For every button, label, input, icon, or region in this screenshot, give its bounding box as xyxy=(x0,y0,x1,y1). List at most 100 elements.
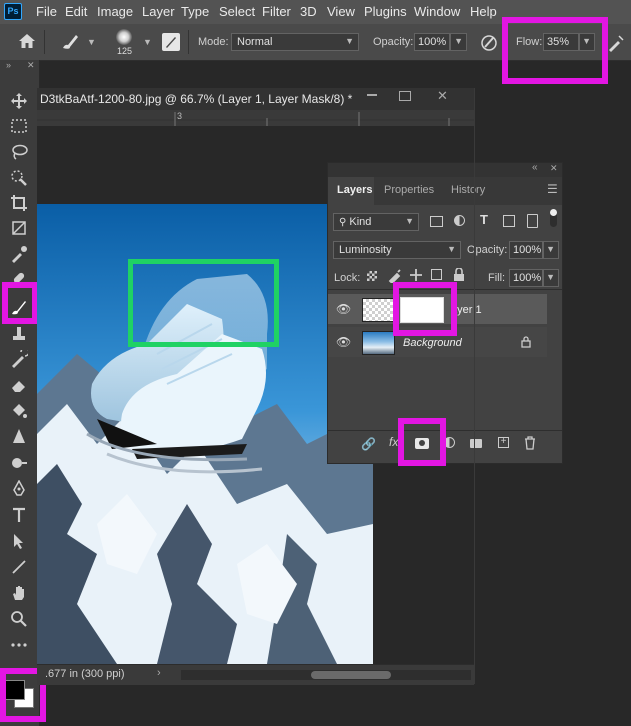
document-size-info: .677 in (300 ppi) xyxy=(45,668,125,680)
pressure-opacity-icon[interactable] xyxy=(479,33,499,56)
pixel-filter-icon[interactable] xyxy=(430,216,443,227)
frame-tool-icon[interactable] xyxy=(8,217,30,239)
collapse-icon[interactable]: » xyxy=(6,60,11,70)
more-tools-icon[interactable] xyxy=(8,634,30,656)
tab-layers[interactable]: Layers xyxy=(328,177,374,205)
soft-brush-icon xyxy=(116,29,132,45)
fill-dropdown[interactable]: ▼ xyxy=(543,269,559,287)
crop-tool-icon[interactable] xyxy=(8,192,30,214)
quick-selection-tool-icon[interactable] xyxy=(8,167,30,189)
tab-history[interactable]: History xyxy=(451,184,485,196)
hand-tool-icon[interactable] xyxy=(8,582,30,604)
maximize-icon[interactable] xyxy=(399,91,411,101)
menu-file[interactable]: File xyxy=(36,4,57,19)
panel-menu-icon[interactable]: ☰ xyxy=(547,182,558,196)
chevron-down-icon[interactable]: ▼ xyxy=(87,37,96,47)
eyedropper-tool-icon[interactable] xyxy=(8,243,30,265)
new-group-icon[interactable] xyxy=(470,439,482,448)
brush-size-picker[interactable]: 125 xyxy=(108,28,140,58)
status-chevron-icon[interactable]: › xyxy=(157,667,161,679)
brush-tool-highlight-box xyxy=(2,282,38,324)
mode-select[interactable]: Normal ▼ xyxy=(231,33,359,51)
search-icon: ⚲ xyxy=(339,217,347,228)
filter-kind-select[interactable]: ⚲ Kind ▼ xyxy=(333,213,419,231)
ruler-mark: 3 xyxy=(177,111,183,121)
menu-3d[interactable]: 3D xyxy=(300,4,317,19)
opacity-label: Opacity: xyxy=(373,36,414,48)
marquee-tool-icon[interactable] xyxy=(8,115,30,137)
menu-select[interactable]: Select xyxy=(219,4,255,19)
brush-size-value: 125 xyxy=(117,46,133,56)
new-layer-icon[interactable]: + xyxy=(498,437,509,448)
lasso-tool-icon[interactable] xyxy=(8,141,30,163)
eye-icon[interactable]: 👁 xyxy=(336,302,351,316)
path-selection-tool-icon[interactable] xyxy=(8,530,30,552)
delete-layer-icon[interactable] xyxy=(524,436,536,453)
swap-colors-icon[interactable] xyxy=(3,664,4,665)
document-tab[interactable]: D3tkBaAtf-1200-80.jpg @ 66.7% (Layer 1, … xyxy=(37,88,474,111)
fill-input[interactable]: 100% xyxy=(509,269,543,287)
menu-edit[interactable]: Edit xyxy=(65,4,87,19)
close-icon[interactable]: ✕ xyxy=(550,163,558,174)
zoom-tool-icon[interactable] xyxy=(8,608,30,630)
add-mask-highlight-box xyxy=(398,418,446,466)
menu-layer[interactable]: Layer xyxy=(142,4,175,19)
filter-toggle-knob xyxy=(550,209,557,216)
menu-type[interactable]: Type xyxy=(181,4,209,19)
opacity-dropdown[interactable]: ▼ xyxy=(450,33,467,51)
menu-help[interactable]: Help xyxy=(470,4,497,19)
tab-layers-label: Layers xyxy=(337,184,373,196)
opacity-input[interactable]: 100% xyxy=(414,33,450,51)
brush-settings-icon[interactable] xyxy=(162,33,180,51)
document-title: D3tkBaAtf-1200-80.jpg @ 66.7% (Layer 1, … xyxy=(40,92,353,106)
lock-artboard-icon[interactable] xyxy=(431,269,442,280)
horizontal-scrollbar[interactable] xyxy=(181,670,471,680)
menu-view[interactable]: View xyxy=(327,4,355,19)
blend-mode-select[interactable]: Luminosity ▼ xyxy=(333,241,461,259)
menu-window[interactable]: Window xyxy=(414,4,460,19)
fx-icon[interactable]: fx xyxy=(389,435,398,449)
pen-tool-icon[interactable] xyxy=(8,478,30,500)
eye-icon[interactable]: 👁 xyxy=(336,335,351,349)
smart-object-filter-icon[interactable] xyxy=(527,214,538,228)
blur-tool-icon[interactable] xyxy=(8,426,30,448)
document-status-bar: .677 in (300 ppi) › xyxy=(37,664,474,685)
clone-stamp-tool-icon[interactable] xyxy=(8,322,30,344)
move-tool-icon[interactable] xyxy=(8,90,30,112)
filter-toggle[interactable] xyxy=(550,209,557,227)
eraser-tool-icon[interactable] xyxy=(8,374,30,396)
chevron-down-icon[interactable]: ▼ xyxy=(143,37,152,47)
panel-header[interactable]: « ✕ xyxy=(328,162,562,177)
photoshop-logo[interactable]: Ps xyxy=(4,3,22,20)
type-tool-icon[interactable] xyxy=(8,504,30,526)
mode-label: Mode: xyxy=(198,36,229,48)
tab-properties[interactable]: Properties xyxy=(384,184,434,196)
chevron-down-icon: ▼ xyxy=(546,272,555,282)
dodge-tool-icon[interactable] xyxy=(8,452,30,474)
menu-image[interactable]: Image xyxy=(97,4,133,19)
shape-filter-icon[interactable] xyxy=(503,215,515,227)
chevron-down-icon: ▼ xyxy=(405,216,414,226)
menu-plugins[interactable]: Plugins xyxy=(364,4,407,19)
layer-opacity-dropdown[interactable]: ▼ xyxy=(543,241,559,259)
lock-transparent-icon[interactable] xyxy=(367,271,377,281)
scrollbar-thumb[interactable] xyxy=(311,671,391,679)
line-tool-icon[interactable] xyxy=(8,556,30,578)
paint-bucket-tool-icon[interactable] xyxy=(8,400,30,422)
collapse-icon[interactable]: « xyxy=(532,162,538,173)
adjustment-filter-icon[interactable] xyxy=(454,215,465,226)
brush-tool-preset-icon[interactable] xyxy=(60,33,80,54)
home-icon[interactable] xyxy=(18,33,36,52)
minimize-icon[interactable] xyxy=(367,94,377,96)
close-icon[interactable]: ✕ xyxy=(27,60,35,71)
close-icon[interactable]: ✕ xyxy=(437,88,448,104)
tools-panel: » ✕ xyxy=(0,60,40,726)
type-filter-icon[interactable]: T xyxy=(480,212,488,227)
menu-filter[interactable]: Filter xyxy=(262,4,291,19)
history-brush-tool-icon[interactable] xyxy=(8,348,30,370)
layer-opacity-input[interactable]: 100% xyxy=(509,241,543,259)
link-layers-icon[interactable]: 🔗 xyxy=(361,437,376,451)
airbrush-icon[interactable] xyxy=(606,33,626,56)
blend-mode-value: Luminosity xyxy=(339,244,392,256)
layer-thumbnail xyxy=(362,331,395,355)
